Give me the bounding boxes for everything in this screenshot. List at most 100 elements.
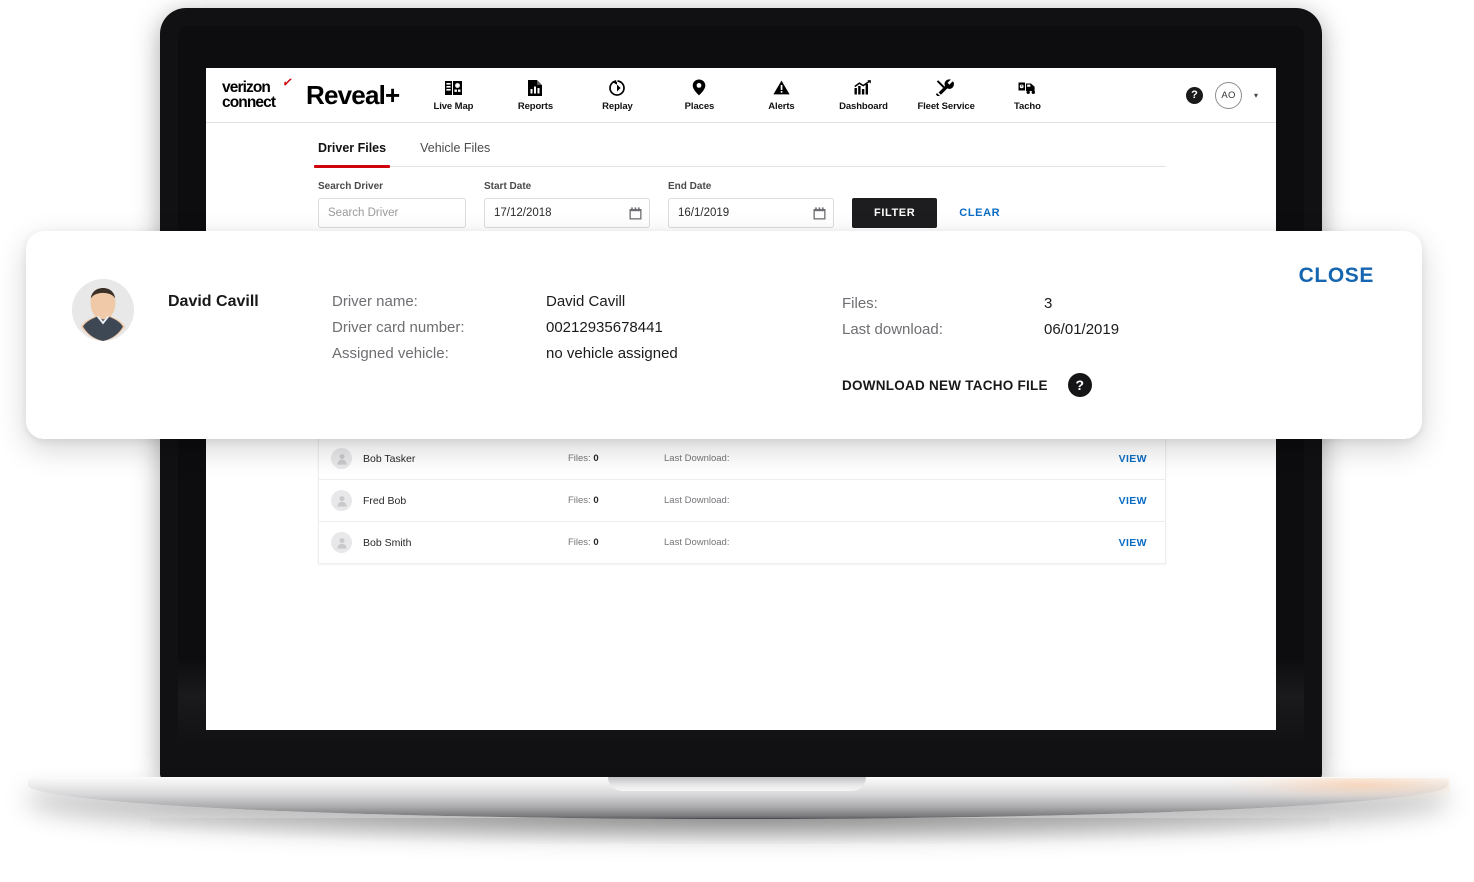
- driver-last-download: Last Download:: [664, 495, 729, 506]
- driver-detail-modal: David Cavill Driver name: David Cavill D…: [26, 231, 1422, 439]
- nav-right-cluster: ? AO ▾: [1185, 81, 1258, 109]
- driver-name: Fred Bob: [363, 494, 407, 507]
- laptop-base-notch: [608, 777, 866, 791]
- list-item[interactable]: Fred Bob Files: 0 Last Download: VIEW: [318, 479, 1166, 521]
- nav-label-live-map: Live Map: [433, 100, 474, 112]
- driver-files-count: Files: 0: [568, 495, 664, 506]
- driver-last-download: Last Download:: [664, 453, 729, 464]
- clear-button[interactable]: CLEAR: [953, 198, 1006, 228]
- tab-vehicle-files[interactable]: Vehicle Files: [420, 141, 490, 166]
- dashboard-icon: [835, 79, 891, 97]
- calendar-icon[interactable]: [813, 207, 826, 220]
- driver-avatar-photo: [72, 279, 134, 341]
- live-map-icon: [425, 79, 481, 97]
- driver-files-count: Files: 0: [568, 453, 664, 464]
- nav-item-places[interactable]: Places: [671, 79, 727, 112]
- files-label: Files:: [568, 537, 591, 548]
- nav-item-list: Live Map Reports Replay Places Alerts Da…: [425, 79, 1055, 112]
- nav-item-fleet-service[interactable]: Fleet Service: [917, 79, 975, 112]
- search-input[interactable]: [318, 198, 466, 228]
- start-date-input[interactable]: [484, 198, 650, 228]
- top-navigation-bar: verizon connect ✓ Reveal+ Live Map Repor…: [206, 68, 1276, 123]
- tab-bar: Driver Files Vehicle Files: [313, 123, 1166, 168]
- close-button[interactable]: CLOSE: [1293, 263, 1380, 289]
- help-icon[interactable]: ?: [1067, 373, 1092, 397]
- nav-item-dashboard[interactable]: Dashboard: [835, 79, 891, 112]
- avatar-placeholder-icon: [331, 490, 352, 511]
- files-label: Files:: [568, 453, 591, 464]
- stat-files: Files: 3: [842, 295, 1262, 312]
- nav-label-reports: Reports: [517, 100, 554, 112]
- list-item[interactable]: Bob Smith Files: 0 Last Download: VIEW: [318, 521, 1166, 564]
- detail-driver-name: Driver name: David Cavill: [332, 293, 802, 310]
- files-value: 0: [593, 537, 599, 548]
- stat-label: Last download:: [842, 321, 943, 338]
- driver-list: Bob Tasker Files: 0 Last Download: VIEW …: [318, 437, 1166, 564]
- laptop-shadow: [150, 818, 1330, 844]
- nav-label-tacho: Tacho: [1014, 100, 1041, 112]
- list-item[interactable]: Bob Tasker Files: 0 Last Download: VIEW: [318, 437, 1166, 479]
- user-avatar[interactable]: AO: [1214, 81, 1242, 109]
- stat-value: 06/01/2019: [1044, 321, 1120, 338]
- fleet-service-icon: [917, 79, 973, 97]
- view-link[interactable]: VIEW: [1119, 453, 1147, 465]
- end-date-label: End Date: [668, 181, 712, 192]
- nav-item-tacho[interactable]: Tacho: [999, 79, 1055, 112]
- stat-last-download: Last download: 06/01/2019: [842, 321, 1262, 338]
- stat-label: Files:: [842, 295, 878, 312]
- tab-driver-files[interactable]: Driver Files: [313, 141, 391, 168]
- end-date-field: End Date: [668, 181, 834, 228]
- replay-icon: [589, 79, 645, 97]
- nav-item-live-map[interactable]: Live Map: [425, 79, 481, 112]
- start-date-field: Start Date: [484, 181, 650, 228]
- files-value: 0: [593, 453, 599, 464]
- nav-label-fleet-service: Fleet Service: [917, 100, 975, 112]
- avatar-placeholder-icon: [331, 448, 352, 469]
- search-driver-label: Search Driver: [318, 181, 384, 192]
- modal-details-column: Driver name: David Cavill Driver card nu…: [332, 293, 802, 371]
- driver-files-count: Files: 0: [568, 537, 664, 548]
- nav-item-reports[interactable]: Reports: [507, 79, 563, 112]
- logo-line-2: connect: [222, 94, 276, 111]
- filter-bar: Search Driver Start Date End Date: [318, 181, 1166, 228]
- tacho-icon: [999, 79, 1055, 97]
- view-link[interactable]: VIEW: [1119, 537, 1147, 549]
- places-icon: [671, 79, 727, 97]
- end-date-input[interactable]: [668, 198, 834, 228]
- nav-label-alerts: Alerts: [768, 100, 795, 112]
- driver-last-download: Last Download:: [664, 537, 729, 548]
- product-name: Reveal+: [306, 79, 400, 110]
- detail-value: David Cavill: [546, 293, 626, 310]
- last-download-label: Last Download:: [664, 537, 730, 548]
- driver-name: Bob Tasker: [363, 452, 416, 465]
- view-link[interactable]: VIEW: [1119, 495, 1147, 507]
- detail-label: Driver name:: [332, 293, 418, 310]
- start-date-label: Start Date: [484, 181, 532, 192]
- files-label: Files:: [568, 495, 591, 506]
- chevron-down-icon[interactable]: ▾: [1254, 91, 1258, 100]
- calendar-icon[interactable]: [629, 207, 642, 220]
- alerts-icon: [753, 79, 809, 97]
- reports-icon: [507, 79, 563, 97]
- nav-label-replay: Replay: [602, 100, 633, 112]
- driver-name: Bob Smith: [363, 536, 412, 549]
- download-new-tacho-row: DOWNLOAD NEW TACHO FILE ?: [842, 373, 1092, 397]
- detail-label: Assigned vehicle:: [332, 345, 449, 362]
- help-icon[interactable]: ?: [1185, 86, 1203, 104]
- nav-label-places: Places: [684, 100, 715, 112]
- last-download-label: Last Download:: [664, 453, 730, 464]
- detail-label: Driver card number:: [332, 319, 465, 336]
- nav-label-dashboard: Dashboard: [839, 100, 888, 112]
- modal-stats-column: Files: 3 Last download: 06/01/2019: [842, 295, 1262, 347]
- nav-item-alerts[interactable]: Alerts: [753, 79, 809, 112]
- verizon-connect-logo[interactable]: verizon connect ✓: [222, 73, 294, 111]
- search-driver-field: Search Driver: [318, 181, 466, 228]
- filter-button[interactable]: FILTER: [852, 198, 938, 228]
- files-value: 0: [593, 495, 599, 506]
- detail-value: no vehicle assigned: [546, 345, 678, 362]
- last-download-label: Last Download:: [664, 495, 730, 506]
- detail-driver-card-number: Driver card number: 00212935678441: [332, 319, 802, 336]
- nav-item-replay[interactable]: Replay: [589, 79, 645, 112]
- download-new-tacho-file-button[interactable]: DOWNLOAD NEW TACHO FILE: [842, 378, 1048, 393]
- avatar-placeholder-icon: [331, 532, 352, 553]
